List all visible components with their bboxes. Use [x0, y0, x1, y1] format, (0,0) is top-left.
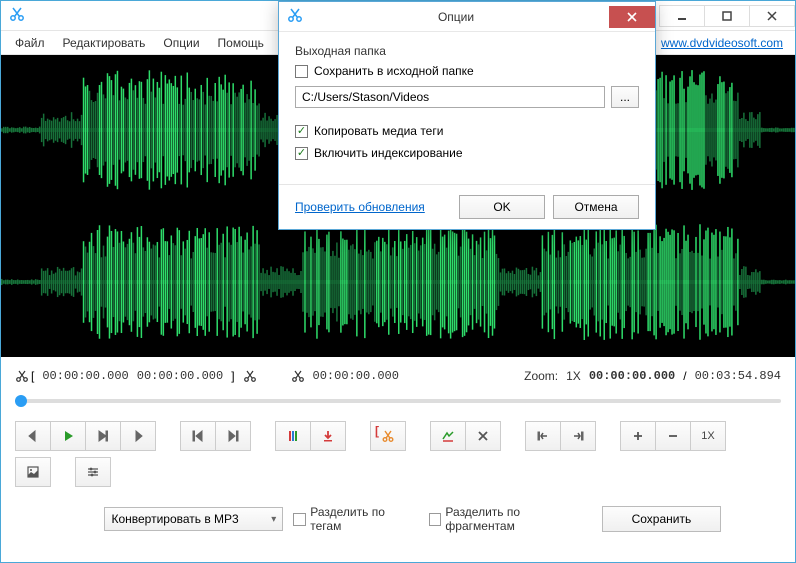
maximize-button[interactable] — [704, 5, 750, 27]
skip-end-button[interactable] — [215, 421, 251, 451]
cursor-scissors-icon — [291, 369, 305, 384]
dialog-title: Опции — [303, 10, 609, 24]
checkbox-icon — [295, 65, 308, 78]
delete-button[interactable] — [465, 421, 501, 451]
menu-file[interactable]: Файл — [7, 33, 53, 53]
time-separator: / — [683, 369, 686, 383]
copy-media-tags-checkbox[interactable]: Копировать медиа теги — [295, 124, 639, 138]
close-button[interactable] — [749, 5, 795, 27]
settings-button[interactable] — [75, 457, 111, 487]
set-right-marker-button[interactable] — [310, 421, 346, 451]
zoom-label: Zoom: — [524, 369, 558, 383]
play-selection-button[interactable] — [85, 421, 121, 451]
menu-options[interactable]: Опции — [155, 33, 207, 53]
save-in-source-label: Сохранить в исходной папке — [314, 64, 474, 78]
position-slider-thumb[interactable] — [15, 395, 27, 407]
set-left-marker-button[interactable] — [275, 421, 311, 451]
zoom-out-button[interactable] — [655, 421, 691, 451]
copy-media-tags-label: Копировать медиа теги — [314, 124, 443, 138]
position-time: 00:00:00.000 — [589, 369, 675, 383]
cut-button[interactable]: [ — [370, 421, 406, 451]
website-link[interactable]: www.dvdvideosoft.com — [661, 36, 789, 50]
dialog-body: Выходная папка Сохранить в исходной папк… — [279, 32, 655, 184]
split-by-fragments-label: Разделить по фрагментам — [445, 505, 591, 533]
dialog-footer: Проверить обновления OK Отмена — [279, 184, 655, 229]
dialog-titlebar: Опции — [279, 2, 655, 32]
zoom-value: 1X — [566, 369, 581, 383]
goto-end-button[interactable] — [560, 421, 596, 451]
split-by-tags-label: Разделить по тегам — [310, 505, 418, 533]
dialog-close-button[interactable] — [609, 6, 655, 28]
output-folder-label: Выходная папка — [295, 44, 639, 58]
toolbar: [ 1X — [1, 413, 795, 495]
window-controls — [660, 5, 795, 27]
zoom-reset-button[interactable]: 1X — [690, 421, 726, 451]
checkbox-checked-icon — [295, 147, 308, 160]
split-by-fragments-checkbox[interactable]: Разделить по фрагментам — [429, 505, 592, 533]
skip-start-button[interactable] — [180, 421, 216, 451]
cover-art-button[interactable] — [15, 457, 51, 487]
save-button[interactable]: Сохранить — [602, 506, 721, 532]
cancel-button[interactable]: Отмена — [553, 195, 639, 219]
selection-end-bracket-icon: ] — [231, 369, 234, 383]
next-marker-button[interactable] — [120, 421, 156, 451]
cursor-time: 00:00:00.000 — [313, 369, 399, 383]
check-updates-link[interactable]: Проверить обновления — [295, 200, 425, 214]
output-path-input[interactable] — [295, 86, 605, 108]
selection-end-time: 00:00:00.000 — [137, 369, 223, 383]
checkbox-icon — [429, 513, 442, 526]
enable-indexing-checkbox[interactable]: Включить индексирование — [295, 146, 639, 160]
browse-button[interactable]: ... — [611, 86, 639, 108]
selection-end-scissors-icon — [243, 369, 257, 384]
format-combo[interactable]: Конвертировать в MP3 — [104, 507, 283, 531]
menu-edit[interactable]: Редактировать — [55, 33, 154, 53]
options-dialog: Опции Выходная папка Сохранить в исходно… — [278, 1, 656, 230]
duration-time: 00:03:54.894 — [695, 369, 781, 383]
prev-marker-button[interactable] — [15, 421, 51, 451]
enable-indexing-label: Включить индексирование — [314, 146, 463, 160]
menu-help[interactable]: Помощь — [210, 33, 272, 53]
checkbox-checked-icon — [295, 125, 308, 138]
format-combo-label: Конвертировать в MP3 — [111, 512, 238, 526]
checkbox-icon — [293, 513, 306, 526]
ok-button[interactable]: OK — [459, 195, 545, 219]
selection-start-time: 00:00:00.000 — [42, 369, 128, 383]
bottom-bar: Конвертировать в MP3 Разделить по тегам … — [1, 495, 795, 543]
dialog-scissors-icon — [287, 7, 303, 26]
selection-start-scissors-icon — [15, 369, 29, 384]
zoom-in-button[interactable] — [620, 421, 656, 451]
selection-start-bracket-icon: [ — [31, 369, 34, 383]
app-scissors-icon — [9, 6, 25, 25]
save-in-source-checkbox[interactable]: Сохранить в исходной папке — [295, 64, 639, 78]
time-bar: [ 00:00:00.000 00:00:00.000 ] 00:00:00.0… — [1, 363, 795, 389]
play-button[interactable] — [50, 421, 86, 451]
minimize-button[interactable] — [659, 5, 705, 27]
split-by-tags-checkbox[interactable]: Разделить по тегам — [293, 505, 418, 533]
goto-start-button[interactable] — [525, 421, 561, 451]
trim-button[interactable] — [430, 421, 466, 451]
position-slider-row — [1, 389, 795, 413]
position-slider[interactable] — [15, 399, 781, 403]
